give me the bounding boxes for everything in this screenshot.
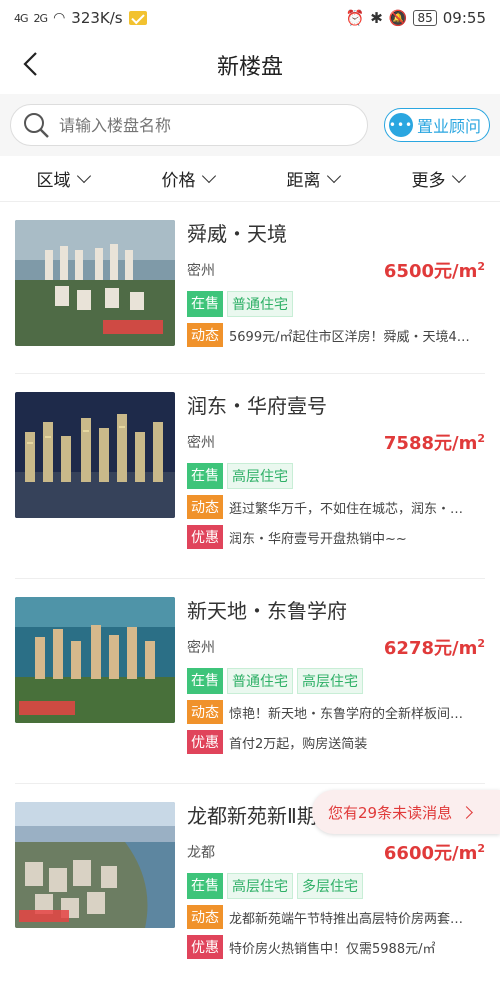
- filter-more[interactable]: 更多: [411, 166, 466, 191]
- dynamic-badge: 动态: [187, 495, 223, 519]
- filter-label: 距离: [286, 171, 321, 191]
- notification-mail-icon: [128, 11, 147, 25]
- district-label: 龙都: [187, 845, 215, 861]
- price-label: 7588元/m2: [383, 432, 485, 454]
- filter-price[interactable]: 价格: [161, 166, 216, 191]
- clock: 09:55: [442, 9, 486, 27]
- status-bar: 4G 2G ◠ 323K/s ⏰ ✱ 🔕 85 09:55: [0, 0, 500, 36]
- property-type-tag: 高层住宅: [227, 873, 293, 899]
- chevron-down-icon: [326, 168, 341, 184]
- property-image: [15, 802, 175, 928]
- dynamic-text: 龙都新苑端午节特推出高层特价房两套…: [229, 911, 464, 927]
- listing-list: 舜威・天境 密州 6500元/m2 在售 普通住宅 动态 5699元/㎡起住市区…: [0, 202, 500, 989]
- district-label: 密州: [187, 263, 215, 279]
- property-type-tag: 高层住宅: [297, 668, 363, 694]
- status-badge: 在售: [187, 873, 223, 899]
- property-type-tag: 普通住宅: [227, 291, 293, 317]
- filter-distance[interactable]: 距离: [286, 166, 341, 191]
- consultant-label: 置业顾问: [416, 117, 481, 136]
- property-name: 润东・华府壹号: [187, 394, 327, 418]
- property-type-tag: 多层住宅: [297, 873, 363, 899]
- chat-bubble-icon: •••: [389, 113, 413, 137]
- search-area: ••• 置业顾问: [0, 94, 500, 156]
- property-image: [15, 220, 175, 346]
- status-badge: 在售: [187, 463, 223, 489]
- bluetooth-icon: ✱: [370, 9, 383, 27]
- property-type-tag: 普通住宅: [227, 668, 293, 694]
- dynamic-badge: 动态: [187, 700, 223, 724]
- promo-text: 首付2万起，购房送简装: [229, 736, 368, 752]
- chevron-down-icon: [201, 168, 216, 184]
- chevron-down-icon: [451, 168, 466, 184]
- dynamic-text: 惊艳！新天地・东鲁学府的全新样板间…: [229, 706, 464, 722]
- property-type-tag: 高层住宅: [227, 463, 293, 489]
- property-image: [15, 392, 175, 518]
- mute-icon: 🔕: [388, 9, 408, 27]
- listing-item[interactable]: 舜威・天境 密州 6500元/m2 在售 普通住宅 动态 5699元/㎡起住市区…: [15, 202, 485, 374]
- signal-icon: 4G: [14, 11, 28, 25]
- district-label: 密州: [187, 640, 215, 656]
- battery-indicator: 85: [413, 10, 437, 26]
- dynamic-badge: 动态: [187, 323, 223, 347]
- promo-text: 润东・华府壹号开盘热销中~~: [229, 531, 407, 547]
- status-badge: 在售: [187, 668, 223, 694]
- listing-item[interactable]: 新天地・东鲁学府 密州 6278元/m2 在售 普通住宅 高层住宅 动态 惊艳！…: [15, 579, 485, 784]
- property-name: 新天地・东鲁学府: [187, 599, 347, 623]
- search-icon: [24, 113, 49, 138]
- promo-badge: 优惠: [187, 525, 223, 549]
- price-label: 6600元/m2: [383, 842, 485, 864]
- page-title: 新楼盘: [216, 55, 283, 80]
- promo-text: 特价房火热销售中！仅需5988元/㎡: [229, 941, 436, 957]
- district-label: 密州: [187, 435, 215, 451]
- filter-label: 价格: [161, 171, 196, 191]
- price-label: 6278元/m2: [383, 637, 485, 659]
- signal-icon-2: 2G: [33, 11, 48, 25]
- wifi-icon: ◠: [53, 10, 66, 26]
- listing-item[interactable]: 润东・华府壹号 密州 7588元/m2 在售 高层住宅 动态 逛过繁华万千，不如…: [15, 374, 485, 579]
- status-badge: 在售: [187, 291, 223, 317]
- filter-label: 更多: [411, 171, 446, 191]
- promo-badge: 优惠: [187, 935, 223, 959]
- search-box[interactable]: [10, 104, 368, 146]
- unread-messages-banner[interactable]: 您有29条未读消息: [312, 790, 500, 834]
- property-name: 舜威・天境: [187, 222, 287, 246]
- property-image: [15, 597, 175, 723]
- promo-badge: 优惠: [187, 730, 223, 754]
- dynamic-text: 逛过繁华万千，不如住在城芯，润东・…: [229, 501, 464, 517]
- dynamic-text: 5699元/㎡起住市区洋房！舜威・天境4…: [229, 329, 470, 345]
- chevron-down-icon: [76, 168, 91, 184]
- search-input[interactable]: [59, 115, 367, 135]
- alarm-icon: ⏰: [345, 9, 365, 27]
- filter-label: 区域: [36, 171, 71, 191]
- consultant-button[interactable]: ••• 置业顾问: [383, 108, 490, 142]
- dynamic-badge: 动态: [187, 905, 223, 929]
- price-label: 6500元/m2: [383, 260, 485, 282]
- filter-region[interactable]: 区域: [36, 166, 91, 191]
- network-speed: 323K/s: [71, 9, 123, 27]
- filter-bar: 区域 价格 距离 更多: [0, 156, 500, 202]
- app-header: 新楼盘: [0, 36, 500, 94]
- unread-messages-text: 您有29条未读消息: [328, 803, 453, 822]
- back-arrow-icon[interactable]: [18, 50, 46, 78]
- chevron-right-icon: [460, 805, 473, 819]
